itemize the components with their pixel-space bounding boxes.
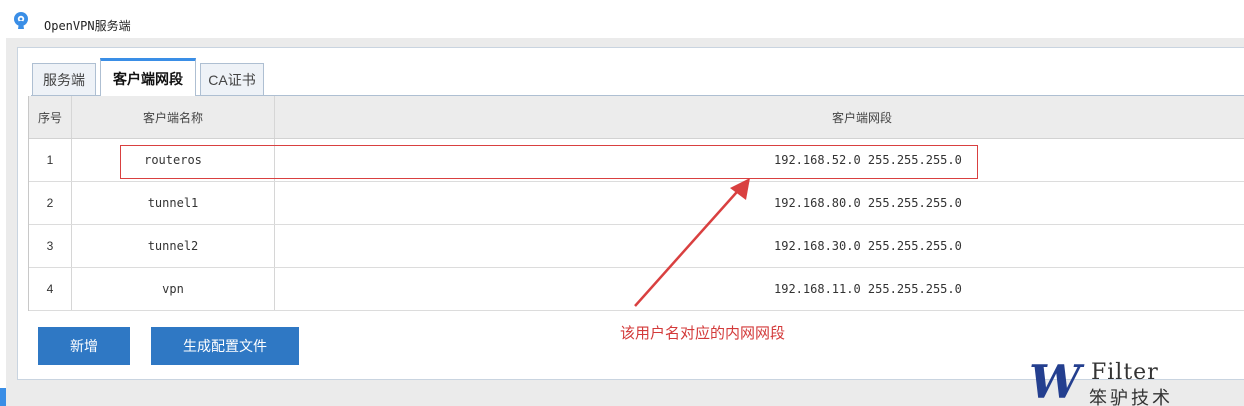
header-index: 序号 [29,96,72,138]
window-title: OpenVPN服务端 [44,19,131,33]
generate-config-button[interactable]: 生成配置文件 [151,327,299,365]
header-client-name: 客户端名称 [72,96,275,138]
annotation-arrow-icon [634,178,750,307]
tab-ca-certificate[interactable]: CA证书 [200,63,264,95]
row-client-name: tunnel1 [72,182,275,224]
watermark-brand: Filter [1091,360,1159,385]
row-client-name: tunnel2 [72,225,275,267]
tab-client-subnet[interactable]: 客户端网段 [100,58,196,96]
openvpn-icon [14,12,28,29]
title-bar: OpenVPN服务端 [0,0,1244,38]
annotation-text: 该用户名对应的内网网段 [620,325,786,342]
highlight-box [120,145,978,179]
watermark-logo: W Filter 笨驴技术 [1025,358,1244,406]
row-index: 4 [29,268,72,310]
left-edge-bar [0,388,6,406]
tab-server[interactable]: 服务端 [32,63,96,95]
row-index: 2 [29,182,72,224]
watermark-chinese: 笨驴技术 [1089,388,1173,406]
row-index: 1 [29,139,72,181]
watermark-letter: W [1029,355,1081,406]
row-client-name: vpn [72,268,275,310]
table-header: 序号 客户端名称 客户端网段 [29,96,1244,139]
row-index: 3 [29,225,72,267]
add-button[interactable]: 新增 [38,327,130,365]
header-client-subnet: 客户端网段 [832,110,893,125]
